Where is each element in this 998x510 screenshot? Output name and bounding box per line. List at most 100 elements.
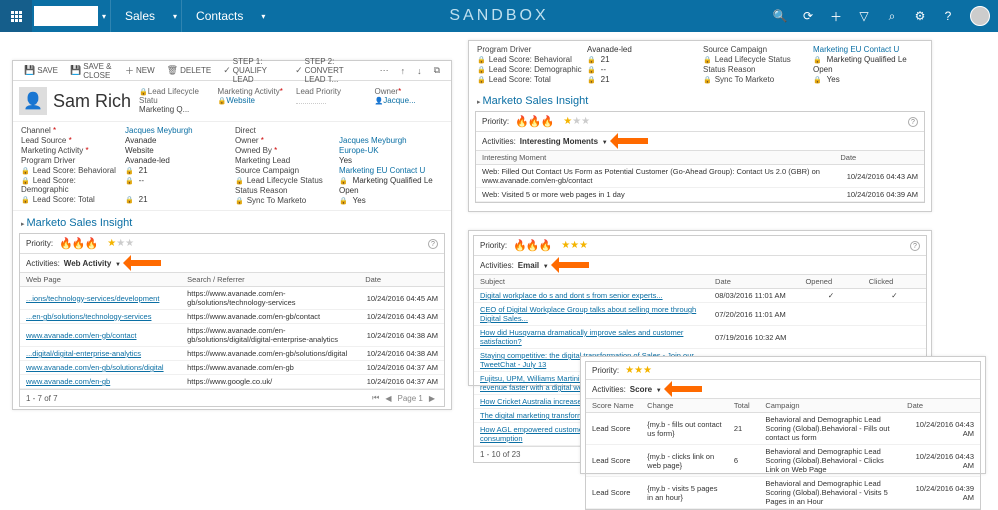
field-row[interactable]: Marketing LeadYes xyxy=(235,156,443,165)
column-header[interactable]: Search / Referrer xyxy=(181,273,359,287)
table-row[interactable]: Web: Visited 5 or more web pages in 1 da… xyxy=(476,188,924,202)
field-row[interactable]: 🔒Lead Lifecycle Status🔒 Marketing Qualif… xyxy=(703,55,923,64)
table-row[interactable]: Digital workplace do s and dont s from s… xyxy=(474,289,926,303)
column-header[interactable]: Opened xyxy=(799,275,862,289)
column-header[interactable]: Clicked xyxy=(863,275,926,289)
column-header[interactable]: Score Name xyxy=(586,399,641,413)
pager-next[interactable]: ▶ xyxy=(426,394,438,403)
field-row[interactable]: Program DriverAvanade-led xyxy=(477,45,697,54)
pager-range: 1 - 10 of 23 xyxy=(480,450,520,459)
pager-first[interactable]: ⏮ xyxy=(369,393,382,403)
field-row[interactable]: 🔒Lead Score: Behavioral🔒 21 xyxy=(477,55,697,64)
app-launcher[interactable] xyxy=(0,0,32,32)
field-row[interactable]: Channel *Jacques Meyburgh xyxy=(21,126,229,135)
pager-prev[interactable]: ◀ xyxy=(382,394,394,403)
help-icon[interactable]: ? xyxy=(934,9,962,23)
field-row[interactable]: 🔒Sync To Marketo🔒 Yes xyxy=(235,196,443,205)
nav-sales-chevron[interactable]: ▾ xyxy=(169,12,181,21)
nav-contacts[interactable]: Contacts xyxy=(181,0,257,32)
table-row[interactable]: www.avanade.com/en-gbhttps://www.google.… xyxy=(20,375,444,389)
column-header[interactable]: Interesting Moment xyxy=(476,151,834,165)
column-header[interactable]: Campaign xyxy=(759,399,901,413)
table-row[interactable]: ...digital/digital-enterprise-analyticsh… xyxy=(20,347,444,361)
new-button[interactable]: ＋NEW xyxy=(120,64,160,77)
save-close-button[interactable]: 💾SAVE & CLOSE xyxy=(65,62,118,80)
field-label: Owned By * xyxy=(235,146,339,155)
settings-gear-icon[interactable]: ⚙ xyxy=(906,9,934,23)
help-icon[interactable]: ? xyxy=(428,239,438,249)
popout-icon[interactable]: ⧉ xyxy=(429,65,445,76)
table-row[interactable]: ...ions/technology-services/developmenth… xyxy=(20,287,444,310)
field-row[interactable]: Lead Source *Avanade xyxy=(21,136,229,145)
nav-down-icon[interactable]: ↓ xyxy=(412,66,427,76)
filter-icon[interactable]: ▽ xyxy=(850,9,878,23)
overflow-menu[interactable]: ⋯ xyxy=(375,65,394,76)
column-header[interactable]: Date xyxy=(709,275,799,289)
table-row[interactable]: ...en-gb/solutions/technology-servicesht… xyxy=(20,310,444,324)
field-row[interactable]: 🔒Lead Score: Behavioral🔒 21 xyxy=(21,166,229,175)
step2-button[interactable]: ✓STEP 2: CONVERT LEAD T... xyxy=(290,57,370,84)
step1-button[interactable]: ✓STEP 1: QUALIFY LEAD xyxy=(218,57,288,84)
help-icon[interactable]: ? xyxy=(908,117,918,127)
field-row[interactable]: 🔒Sync To Marketo🔒 Yes xyxy=(703,75,923,84)
field-row[interactable]: 🔒Lead Lifecycle Status🔒 Marketing Qualif… xyxy=(235,176,443,185)
field-row[interactable]: Owned By *Europe-UK xyxy=(235,146,443,155)
field-label: Status Reason xyxy=(235,186,339,195)
field-row[interactable]: 🔒Lead Score: Total🔒 21 xyxy=(21,195,229,204)
field-row[interactable]: Marketing Activity *Website xyxy=(21,146,229,155)
column-header[interactable]: Total xyxy=(728,399,760,413)
table-row[interactable]: How did Husqvarna dramatically improve s… xyxy=(474,326,926,349)
msi-activity-tabs: Activities: Interesting Moments ▼ xyxy=(476,132,924,151)
delete-button[interactable]: 🗑DELETE xyxy=(162,65,217,76)
recent-icon[interactable]: ⟳ xyxy=(794,9,822,23)
help-icon[interactable]: ? xyxy=(910,241,920,251)
nav-sales[interactable]: Sales xyxy=(110,0,169,32)
column-header[interactable]: Date xyxy=(359,273,444,287)
lock-icon: 🔒 xyxy=(21,168,30,175)
search-dropdown[interactable]: ▾ xyxy=(98,12,110,21)
field-row[interactable]: 🔒Lead Score: Total🔒 21 xyxy=(477,75,697,84)
table-row[interactable]: www.avanade.com/en-gb/solutions/digitalh… xyxy=(20,361,444,375)
table-cell: {my.b - fills out contact us form} xyxy=(641,413,728,445)
field-row[interactable]: 🔒Lead Score: Demographic🔒 -- xyxy=(477,65,697,74)
nav-up-icon[interactable]: ↑ xyxy=(396,66,411,76)
nav-contacts-chevron[interactable]: ▾ xyxy=(257,12,269,21)
field-row[interactable]: Owner *Jacques Meyburgh xyxy=(235,136,443,145)
msi-section-title[interactable]: ▸Marketo Sales Insight xyxy=(13,211,451,231)
table-cell: Web: Filled Out Contact Us Form as Poten… xyxy=(476,165,834,188)
column-header[interactable]: Date xyxy=(901,399,980,413)
column-header[interactable]: Subject xyxy=(474,275,709,289)
field-row[interactable]: 🔒Lead Score: Demographic🔒 -- xyxy=(21,176,229,194)
save-button[interactable]: 💾SAVE xyxy=(19,65,63,76)
table-cell: Behavioral and Demographic Lead Scoring … xyxy=(759,413,901,445)
field-value: 🔒 Yes xyxy=(339,196,443,205)
field-label: Owner * xyxy=(235,136,339,145)
field-row[interactable]: Program DriverAvanade-led xyxy=(21,156,229,165)
tab-web-activity[interactable]: Web Activity ▼ xyxy=(64,259,121,268)
step2-label: STEP 2: CONVERT LEAD T... xyxy=(305,57,366,84)
activities-label: Activities: xyxy=(26,259,60,268)
msi-section-title[interactable]: ▸Marketo Sales Insight xyxy=(469,89,931,109)
field-row[interactable]: Source CampaignMarketing EU Contact U xyxy=(703,45,923,54)
field-value: 🔒 21 xyxy=(587,75,697,84)
table-cell: ✓ xyxy=(863,289,926,303)
priority-stars: ★★★ xyxy=(625,365,652,376)
table-row[interactable]: Lead Score{my.b - fills out contact us f… xyxy=(586,413,980,445)
user-avatar[interactable] xyxy=(970,6,990,26)
add-icon[interactable]: ＋ xyxy=(822,8,850,25)
table-row[interactable]: Lead Score{my.b - clicks link on web pag… xyxy=(586,445,980,477)
search-icon[interactable]: 🔍 xyxy=(766,9,794,23)
table-row[interactable]: CEO of Digital Workplace Group talks abo… xyxy=(474,303,926,326)
field-row[interactable]: Source CampaignMarketing EU Contact U xyxy=(235,166,443,175)
table-row[interactable]: www.avanade.com/en-gb/contacthttps://www… xyxy=(20,324,444,347)
column-header[interactable]: Date xyxy=(834,151,924,165)
global-search-input[interactable] xyxy=(34,6,98,26)
column-header[interactable]: Change xyxy=(641,399,728,413)
field-row[interactable]: Status ReasonOpen xyxy=(703,65,923,74)
field-row[interactable]: Status ReasonOpen xyxy=(235,186,443,195)
tab-interesting-moments[interactable]: Interesting Moments ▼ xyxy=(520,137,608,146)
advanced-find-icon[interactable]: ⌕ xyxy=(878,9,906,24)
table-row[interactable]: Web: Filled Out Contact Us Form as Poten… xyxy=(476,165,924,188)
column-header[interactable]: Web Page xyxy=(20,273,181,287)
field-row[interactable]: Direct xyxy=(235,126,443,135)
